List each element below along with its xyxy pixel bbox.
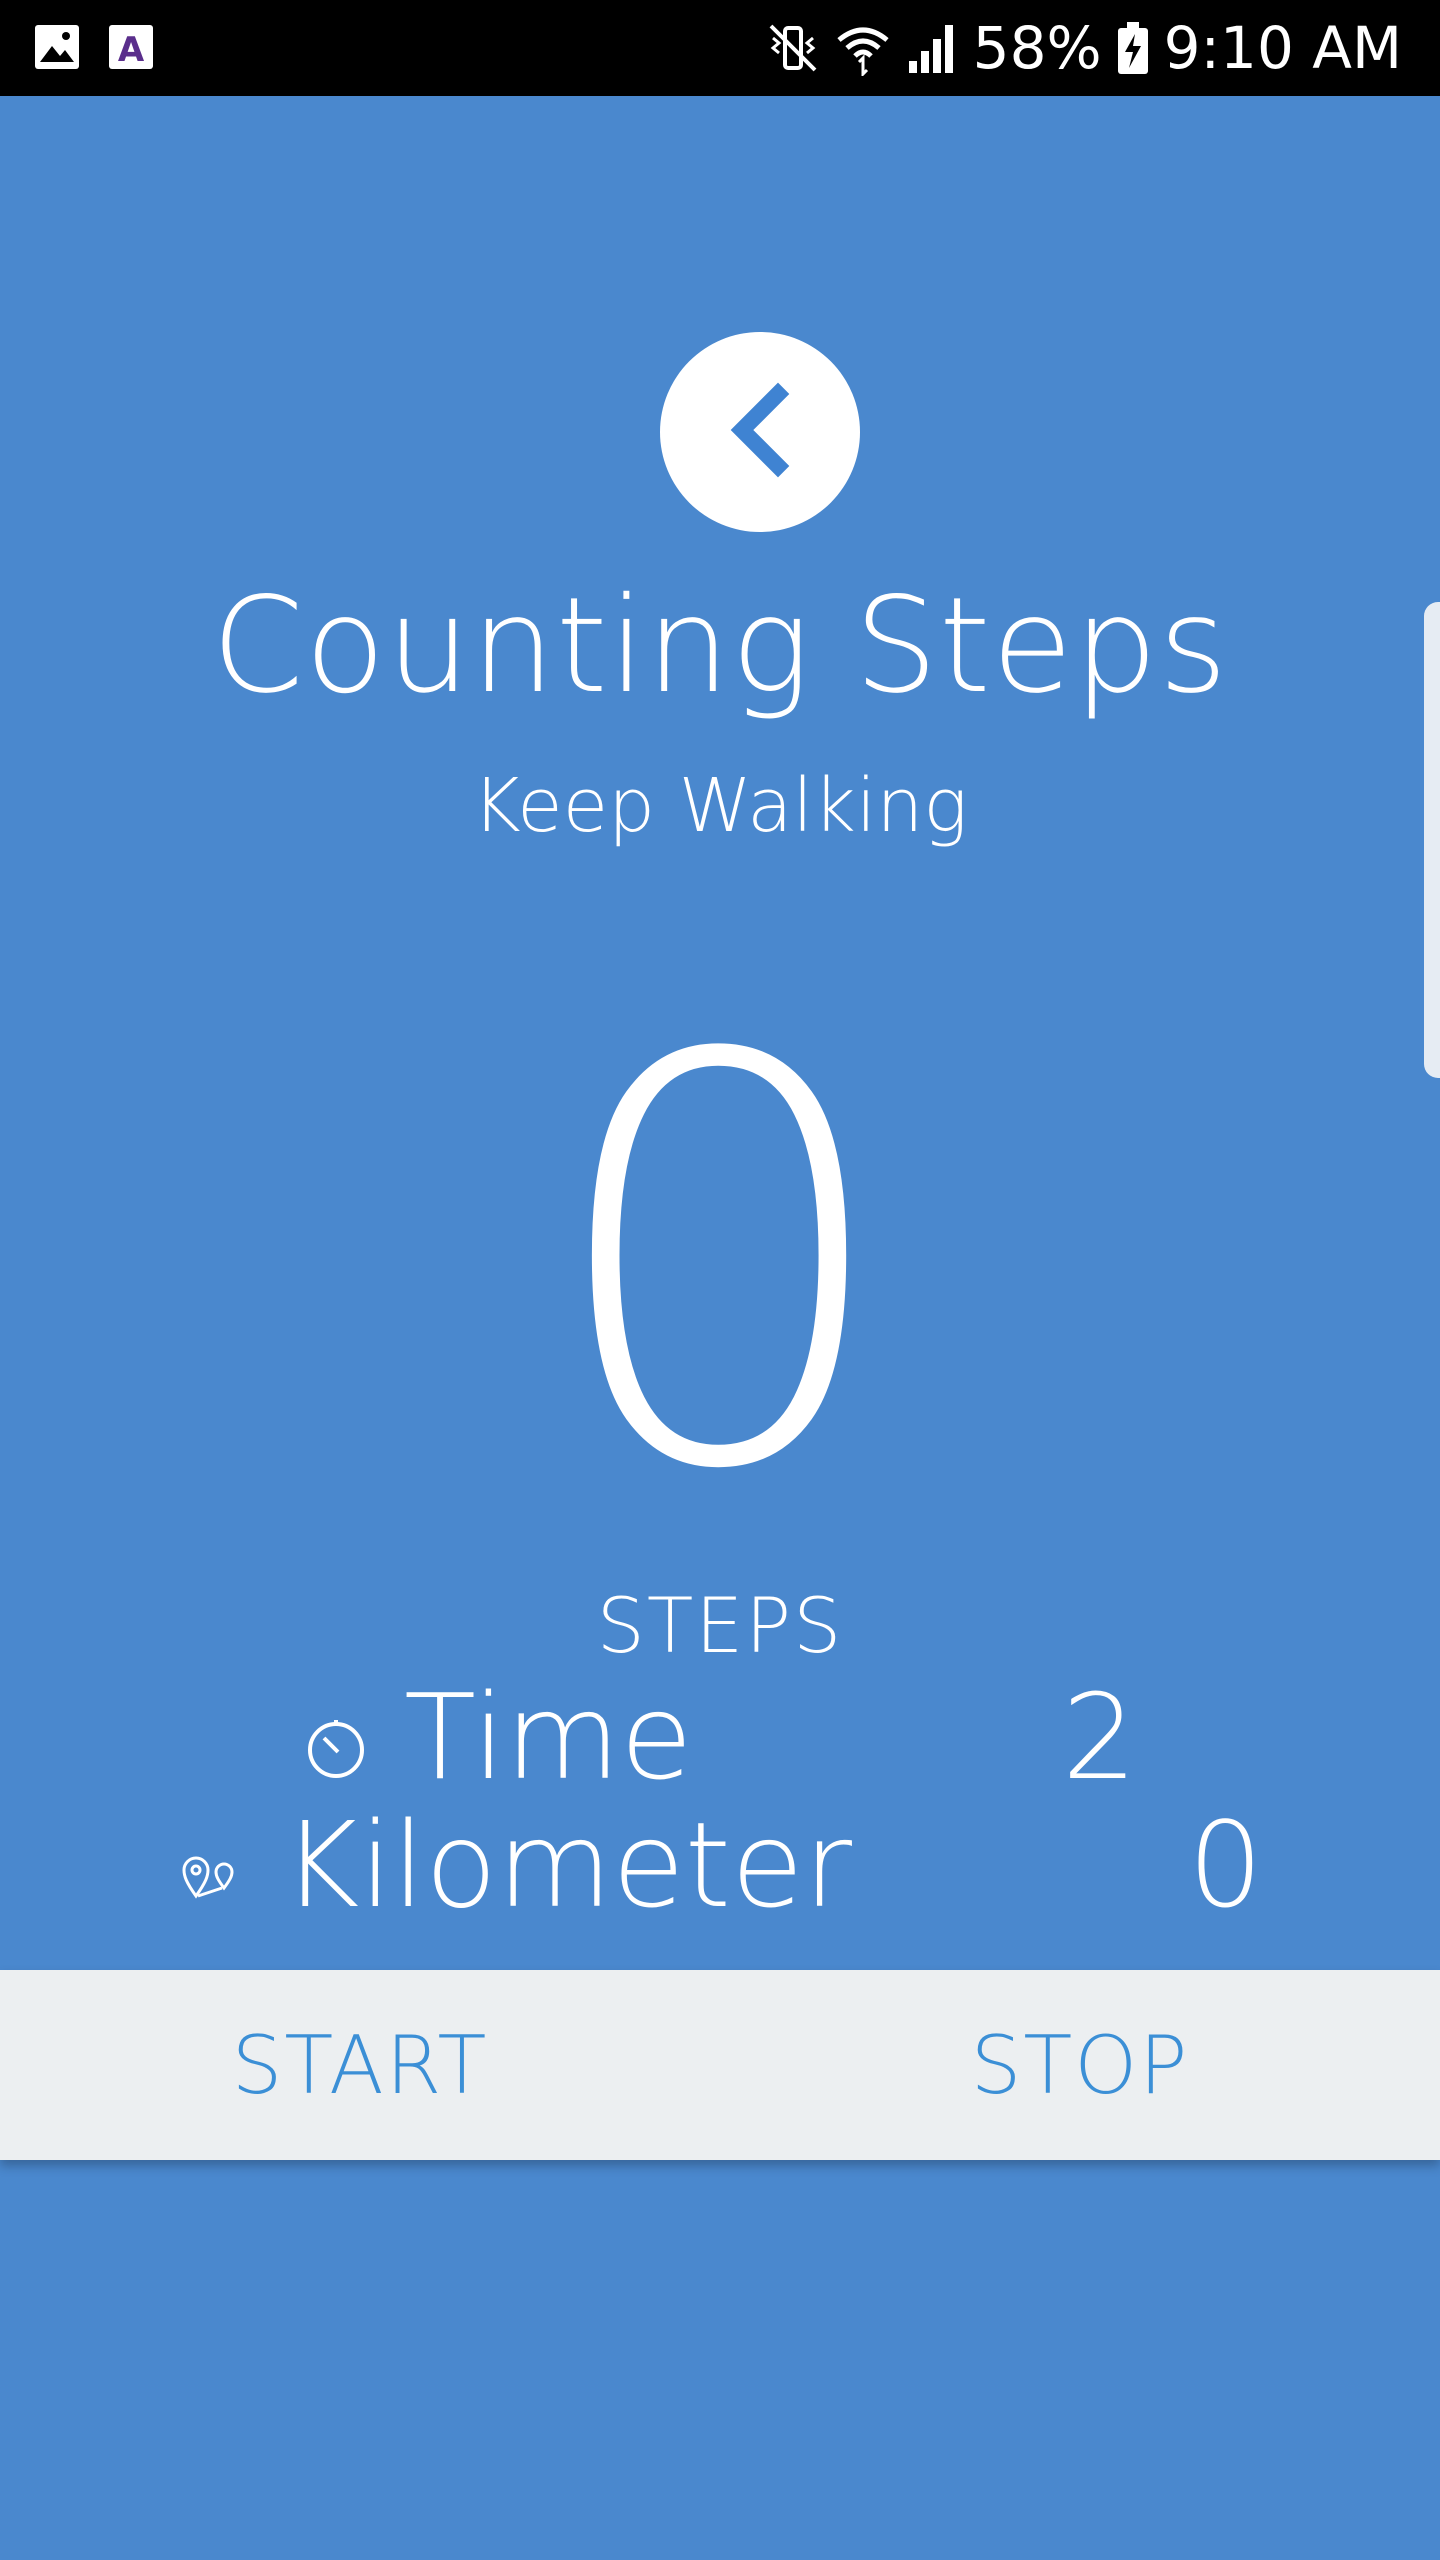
map-pins-icon <box>180 1852 240 1906</box>
kilometer-value: 0 <box>1188 1796 1264 1934</box>
time-value: 2 <box>1062 1668 1138 1806</box>
page-title: Counting Steps <box>211 569 1229 723</box>
back-button[interactable] <box>660 332 860 532</box>
stopwatch-icon <box>302 1714 370 1786</box>
chevron-left-icon <box>720 380 800 484</box>
battery-percent: 58% <box>972 14 1102 82</box>
step-count: 0 <box>541 940 899 1592</box>
action-bar: START STOP <box>0 1970 1440 2160</box>
gallery-icon <box>34 24 80 70</box>
status-indicators: 58% 9:10 AM <box>765 0 1402 96</box>
status-bar: A 58% 9:10 AM <box>0 0 1440 96</box>
app-a-letter: A <box>118 30 145 70</box>
time-label: Time <box>404 1668 693 1806</box>
kilometer-label: Kilometer <box>282 1796 853 1934</box>
battery-charging-icon <box>1116 20 1150 76</box>
steps-label: STEPS <box>596 1581 844 1670</box>
start-button[interactable]: START <box>0 1970 720 2160</box>
edge-panel-handle[interactable] <box>1424 602 1440 1078</box>
app-a-icon: A <box>108 24 154 70</box>
page-subtitle: Keep Walking <box>472 763 968 849</box>
signal-icon <box>905 21 959 75</box>
clock: 9:10 AM <box>1163 14 1402 82</box>
app-screen: Counting Steps Keep Walking 0 STEPS Time… <box>0 96 1440 2560</box>
mute-vibrate-icon <box>765 20 821 76</box>
stop-button[interactable]: STOP <box>720 1970 1440 2160</box>
wifi-icon <box>835 20 891 76</box>
